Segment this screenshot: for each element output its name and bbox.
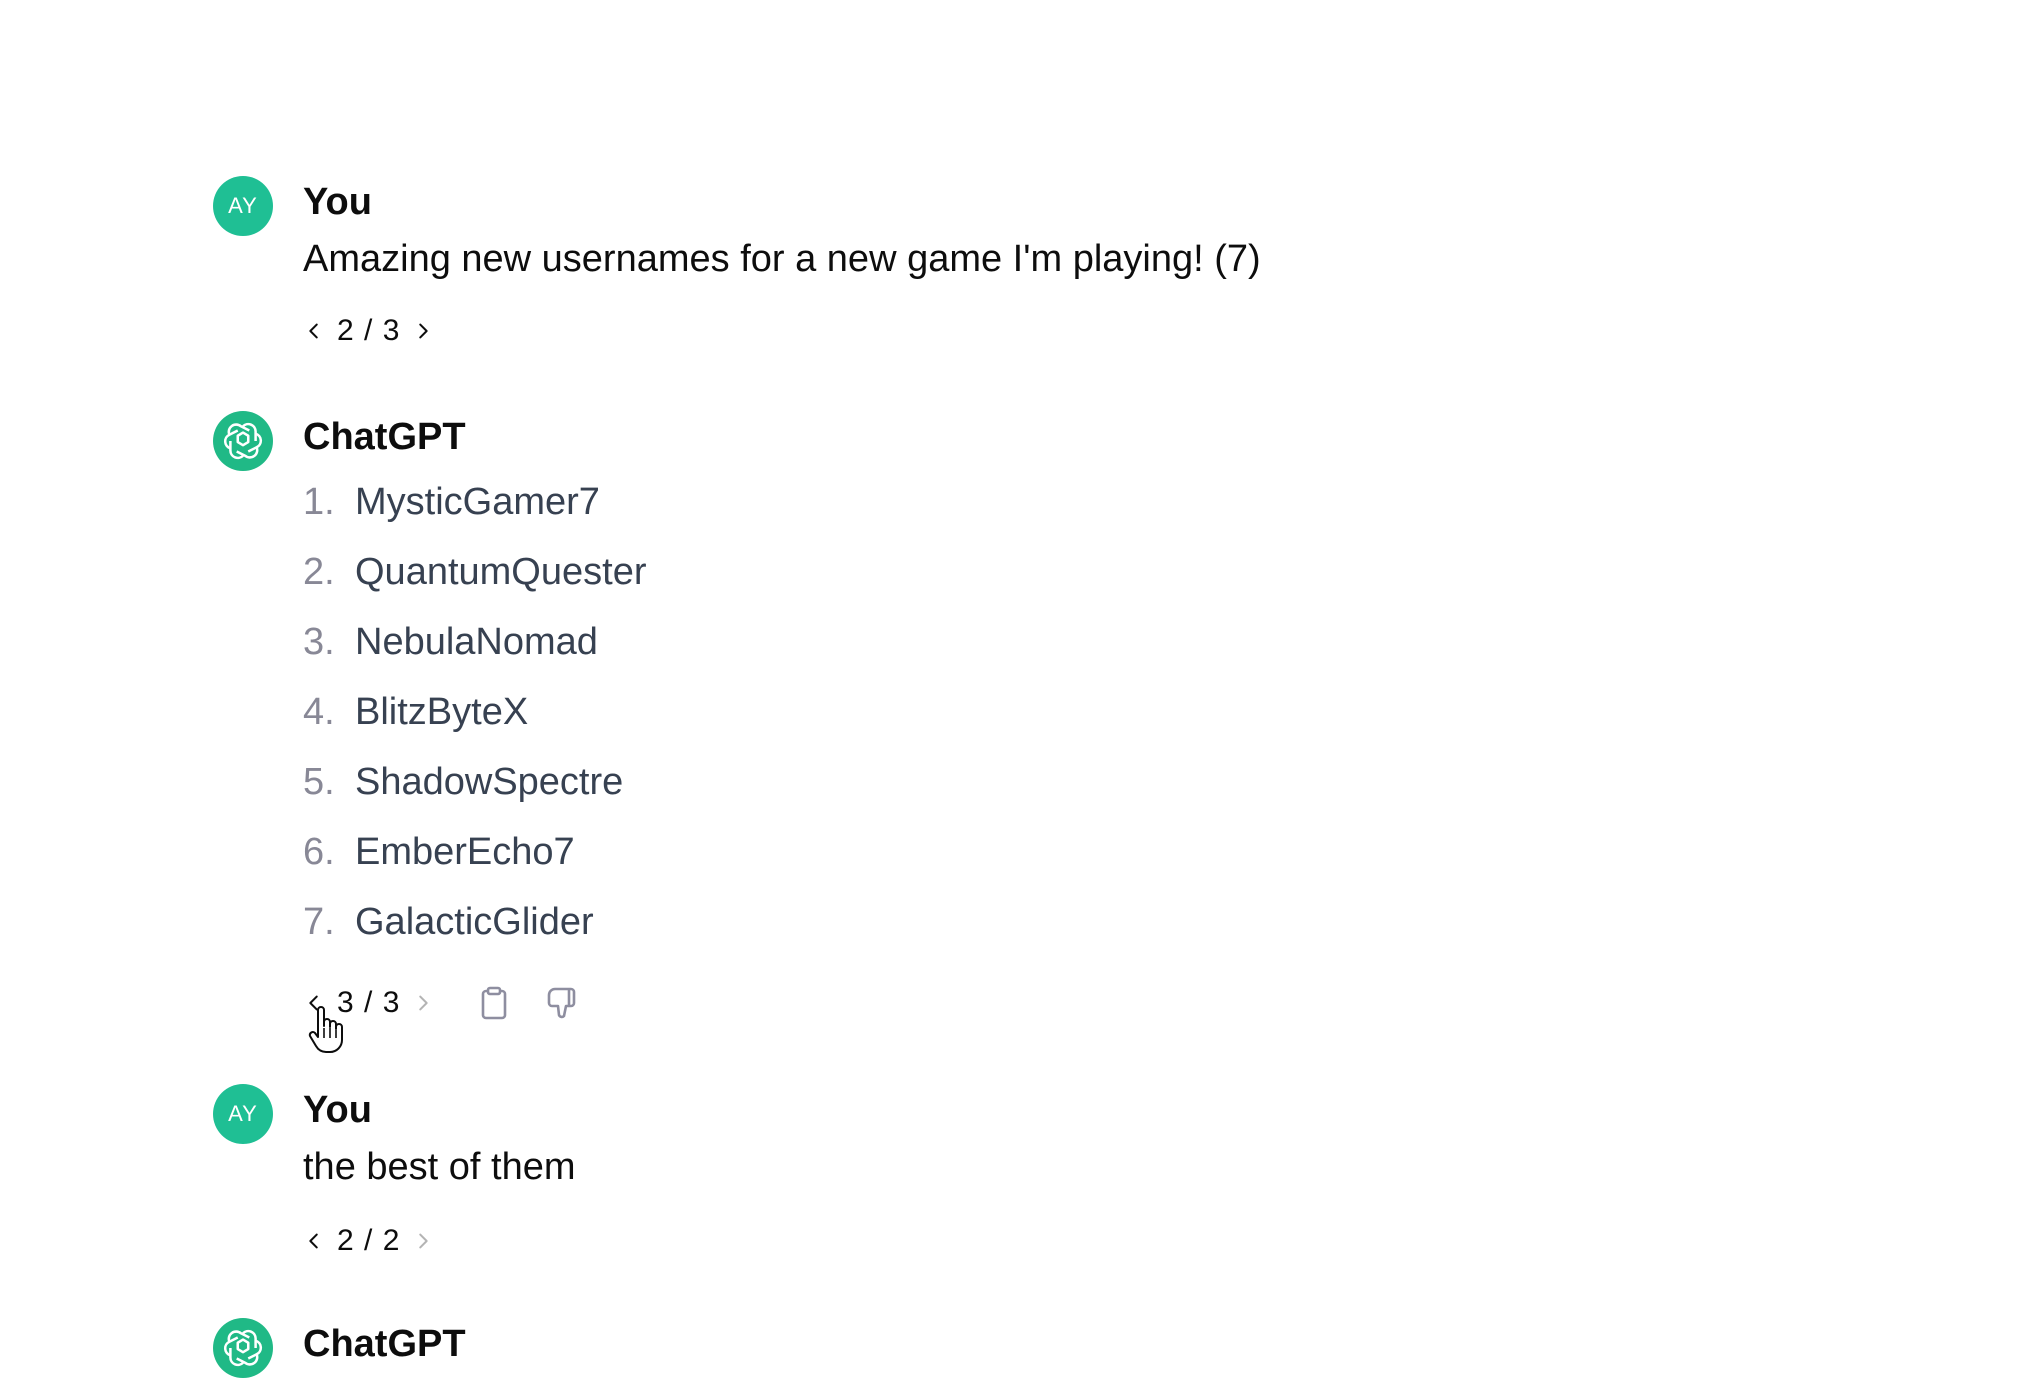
chevron-right-icon xyxy=(419,995,429,1011)
next-response-button[interactable] xyxy=(412,1230,434,1252)
avatar-initials: AY xyxy=(228,193,258,218)
list-item-text: MysticGamer7 xyxy=(355,480,600,523)
avatar xyxy=(213,1318,273,1378)
next-response-button[interactable] xyxy=(412,320,434,342)
list-item: 4. BlitzByteX xyxy=(303,677,646,747)
pager-count: 2 / 3 xyxy=(337,314,401,347)
next-response-button[interactable] xyxy=(412,992,434,1014)
list-item: 6. EmberEcho7 xyxy=(303,817,646,887)
list-item-number: 7. xyxy=(303,900,335,943)
clipboard-icon xyxy=(482,986,507,1020)
list-item: 7. GalacticGlider xyxy=(303,887,646,957)
message-author: You xyxy=(303,1089,372,1131)
avatar: AY xyxy=(213,1084,273,1144)
chevron-right-icon xyxy=(419,323,429,339)
list-item-number: 5. xyxy=(303,760,335,803)
list-item-text: BlitzByteX xyxy=(355,690,529,733)
list-item-number: 3. xyxy=(303,620,335,663)
message-author: ChatGPT xyxy=(303,416,466,458)
openai-logo-icon xyxy=(223,1329,263,1367)
openai-logo-icon xyxy=(223,422,263,460)
list-item-text: GalacticGlider xyxy=(355,900,594,943)
list-item-number: 2. xyxy=(303,550,335,593)
assistant-message-2: ChatGPT xyxy=(213,1318,1813,1392)
previous-response-button[interactable] xyxy=(303,992,325,1014)
thumbs-down-icon xyxy=(548,987,576,1019)
chevron-right-icon xyxy=(419,1233,429,1249)
chevron-left-icon xyxy=(309,1233,318,1249)
list-item: 3. NebulaNomad xyxy=(303,607,646,677)
user-message-2: AY You the best of them 2 / 2 xyxy=(213,1084,1813,1264)
conversation: AY You Amazing new usernames for a new g… xyxy=(0,0,2032,1392)
list-item-number: 1. xyxy=(303,480,335,523)
copy-button[interactable] xyxy=(474,983,514,1023)
message-text: Amazing new usernames for a new game I'm… xyxy=(303,238,1261,280)
list-item-number: 4. xyxy=(303,690,335,733)
list-item-text: EmberEcho7 xyxy=(355,830,575,873)
list-item-text: ShadowSpectre xyxy=(355,760,624,803)
list-item: 2. QuantumQuester xyxy=(303,537,646,607)
username-list: 1. MysticGamer7 2. QuantumQuester 3. Nebula… xyxy=(303,467,646,957)
previous-response-button[interactable] xyxy=(303,1230,325,1252)
pager-count: 2 / 2 xyxy=(337,1224,401,1257)
message-author: ChatGPT xyxy=(303,1323,466,1365)
bad-response-button[interactable] xyxy=(542,983,582,1023)
message-text: the best of them xyxy=(303,1146,576,1188)
avatar: AY xyxy=(213,176,273,236)
list-item: 1. MysticGamer7 xyxy=(303,467,646,537)
list-item-number: 6. xyxy=(303,830,335,873)
message-author: You xyxy=(303,181,372,223)
chevron-left-icon xyxy=(309,995,318,1011)
avatar xyxy=(213,411,273,471)
previous-response-button[interactable] xyxy=(303,320,325,342)
message-pager: 3 / 3 xyxy=(303,983,582,1023)
message-pager: 2 / 3 xyxy=(303,311,434,351)
message-actions xyxy=(474,983,582,1023)
pager-count: 3 / 3 xyxy=(337,986,401,1019)
list-item-text: NebulaNomad xyxy=(355,620,598,663)
list-item-text: QuantumQuester xyxy=(355,550,647,593)
user-message-1: AY You Amazing new usernames for a new g… xyxy=(213,176,1813,356)
message-pager: 2 / 2 xyxy=(303,1221,434,1261)
list-item: 5. ShadowSpectre xyxy=(303,747,646,817)
assistant-message-1: ChatGPT 1. MysticGamer7 2. QuantumQuester … xyxy=(213,411,1813,1051)
chevron-left-icon xyxy=(309,323,318,339)
avatar-initials: AY xyxy=(228,1101,258,1126)
